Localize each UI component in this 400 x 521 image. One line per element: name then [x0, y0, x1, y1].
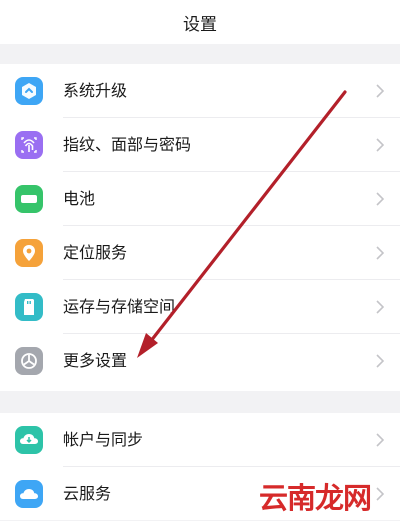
memory-storage-row[interactable]: 运存与存储空间: [0, 280, 400, 334]
account-sync-icon: [15, 426, 43, 454]
chevron-right-icon: [376, 246, 384, 260]
fingerprint-face-password-label: 指纹、面部与密码: [63, 135, 192, 154]
fingerprint-face-password-row[interactable]: 指纹、面部与密码: [0, 118, 400, 172]
page-title: 设置: [183, 14, 217, 35]
system-update-icon: [15, 77, 43, 105]
chevron-right-icon: [376, 300, 384, 314]
account-sync-label: 帐户与同步: [63, 430, 144, 449]
cloud-service-label: 云服务: [63, 484, 112, 503]
chevron-right-icon: [376, 84, 384, 98]
system-update-row[interactable]: 系统升级: [0, 64, 400, 118]
fingerprint-icon: [15, 131, 43, 159]
chevron-right-icon: [376, 138, 384, 152]
battery-label: 电池: [63, 189, 96, 208]
account-sync-row[interactable]: 帐户与同步: [0, 413, 400, 467]
battery-icon: [15, 185, 43, 213]
chevron-right-icon: [376, 487, 384, 501]
sd-card-icon: [15, 293, 43, 321]
system-update-label: 系统升级: [63, 81, 128, 100]
settings-header: 设置: [0, 0, 400, 44]
memory-storage-label: 运存与存储空间: [63, 297, 176, 316]
cloud-icon: [15, 480, 43, 508]
chevron-right-icon: [376, 192, 384, 206]
location-services-row[interactable]: 定位服务: [0, 226, 400, 280]
chevron-right-icon: [376, 354, 384, 368]
more-settings-label: 更多设置: [63, 351, 128, 370]
chevron-right-icon: [376, 433, 384, 447]
more-settings-row[interactable]: 更多设置: [0, 334, 400, 388]
location-pin-icon: [15, 239, 43, 267]
watermark-text: 云南龙网: [259, 481, 372, 515]
battery-row[interactable]: 电池: [0, 172, 400, 226]
location-services-label: 定位服务: [63, 243, 128, 262]
settings-group-main: 系统升级 指纹、面部与密码 电池 定位服务 运存与存储空间 更多设置: [0, 64, 400, 391]
more-settings-icon: [15, 347, 43, 375]
